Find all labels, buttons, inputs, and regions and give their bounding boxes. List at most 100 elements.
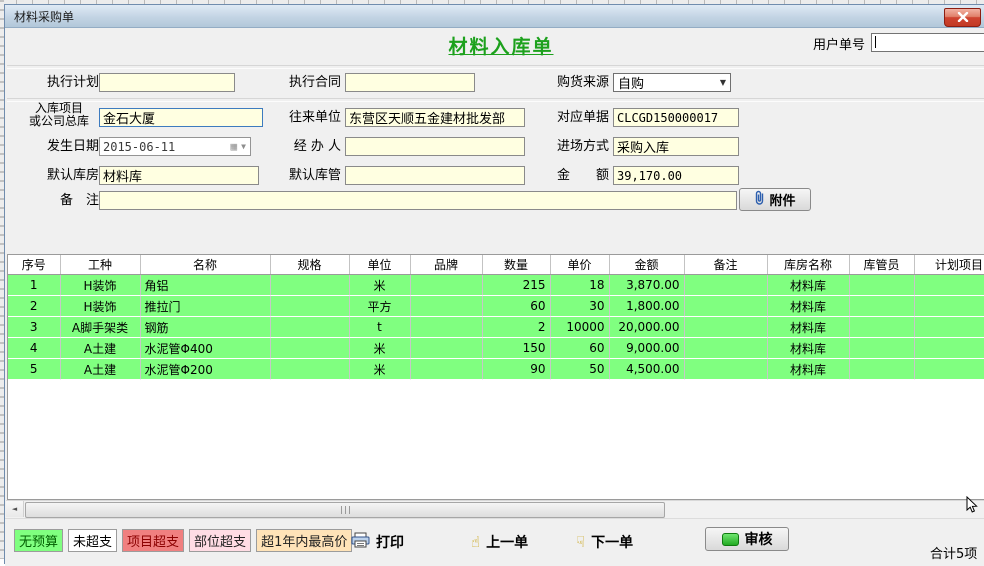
cell-amount: 9,000.00 <box>609 338 684 359</box>
scrollbar-thumb-grip <box>341 506 350 514</box>
warehouse-input[interactable] <box>99 166 259 185</box>
text-caret <box>875 36 876 48</box>
cell-warehouse: 材料库 <box>767 359 849 380</box>
project-input[interactable] <box>99 108 263 127</box>
user-no-label: 用户单号 <box>813 36 865 55</box>
cell-worktype: H装饰 <box>60 275 140 296</box>
handler-input[interactable] <box>345 137 525 156</box>
exec-contract-input[interactable] <box>345 73 475 92</box>
cell-remark <box>684 275 767 296</box>
audit-status-icon <box>722 533 739 546</box>
cell-warehouse: 材料库 <box>767 317 849 338</box>
cell-brand <box>410 275 482 296</box>
legend: 无预算未超支项目超支部位超支超1年内最高价 <box>14 529 352 552</box>
column-header-amount[interactable]: 金额 <box>609 255 684 275</box>
cell-amount: 3,870.00 <box>609 275 684 296</box>
cell-remark <box>684 359 767 380</box>
column-header-spec[interactable]: 规格 <box>270 255 349 275</box>
table-row[interactable]: 2H装饰推拉门平方60301,800.00材料库 <box>8 296 984 317</box>
purchase-source-select[interactable]: 自购 ▼ <box>613 73 731 92</box>
cell-brand <box>410 338 482 359</box>
purchase-source-value: 自购 <box>618 73 644 92</box>
cell-keeper <box>849 317 914 338</box>
cell-price: 18 <box>550 275 609 296</box>
next-doc-button[interactable]: ☟ 下一单 <box>576 532 633 552</box>
cell-plan <box>914 296 984 317</box>
exec-contract-label: 执行合同 <box>255 73 341 92</box>
remark-input[interactable] <box>99 191 737 210</box>
cell-price: 50 <box>550 359 609 380</box>
horizontal-scrollbar[interactable]: ◄ <box>6 500 984 518</box>
cell-qty: 90 <box>482 359 550 380</box>
cell-name: 水泥管Φ400 <box>140 338 270 359</box>
cell-price: 30 <box>550 296 609 317</box>
entry-mode-label: 进场方式 <box>523 137 609 156</box>
cell-seq: 5 <box>8 359 60 380</box>
dialog-title: 材料采购单 <box>14 8 74 25</box>
cell-brand <box>410 317 482 338</box>
cell-qty: 2 <box>482 317 550 338</box>
column-header-qty[interactable]: 数量 <box>482 255 550 275</box>
cell-name: 钢筋 <box>140 317 270 338</box>
previous-doc-button[interactable]: ☝ 上一单 <box>471 532 528 552</box>
exec-plan-input[interactable] <box>99 73 235 92</box>
column-header-keeper[interactable]: 库管员 <box>849 255 914 275</box>
cell-plan <box>914 338 984 359</box>
table-row[interactable]: 1H装饰角铝米215183,870.00材料库 <box>8 275 984 296</box>
column-header-remark[interactable]: 备注 <box>684 255 767 275</box>
column-header-plan[interactable]: 计划项目 <box>914 255 984 275</box>
counterparty-label: 往来单位 <box>255 108 341 127</box>
user-no-input[interactable] <box>871 33 984 52</box>
entry-mode-input[interactable] <box>613 137 739 156</box>
dialog-titlebar[interactable]: 材料采购单 <box>5 5 984 28</box>
cell-keeper <box>849 275 914 296</box>
cell-name: 水泥管Φ200 <box>140 359 270 380</box>
hand-down-icon: ☟ <box>576 535 585 550</box>
cell-qty: 150 <box>482 338 550 359</box>
cell-warehouse: 材料库 <box>767 296 849 317</box>
cell-worktype: A土建 <box>60 359 140 380</box>
cell-worktype: A土建 <box>60 338 140 359</box>
column-header-brand[interactable]: 品牌 <box>410 255 482 275</box>
cell-seq: 2 <box>8 296 60 317</box>
section-divider <box>7 98 984 102</box>
keeper-input[interactable] <box>345 166 525 185</box>
column-header-seq[interactable]: 序号 <box>8 255 60 275</box>
cell-qty: 60 <box>482 296 550 317</box>
column-header-worktype[interactable]: 工种 <box>60 255 140 275</box>
amount-input[interactable] <box>613 166 739 185</box>
close-button[interactable] <box>944 8 981 27</box>
calendar-icon: ▦ <box>231 140 238 153</box>
scroll-left-arrow-icon[interactable]: ◄ <box>6 501 24 517</box>
table-row[interactable]: 4A土建水泥管Φ400米150609,000.00材料库 <box>8 338 984 359</box>
column-header-unit[interactable]: 单位 <box>349 255 410 275</box>
column-header-price[interactable]: 单价 <box>550 255 609 275</box>
date-picker[interactable]: 2015-06-11 ▦ ▼ <box>99 137 251 156</box>
cell-amount: 4,500.00 <box>609 359 684 380</box>
amount-label: 金 额 <box>523 166 609 185</box>
print-button[interactable]: 打印 <box>351 532 404 552</box>
purchase-source-label: 购货来源 <box>523 73 609 92</box>
attachment-button[interactable]: 附件 <box>739 188 811 211</box>
counterparty-input[interactable] <box>345 108 525 127</box>
column-header-warehouse[interactable]: 库房名称 <box>767 255 849 275</box>
legend-badge: 部位超支 <box>189 529 251 552</box>
exec-plan-label: 执行计划 <box>19 73 99 92</box>
cell-warehouse: 材料库 <box>767 275 849 296</box>
items-grid: 序号工种名称规格单位品牌数量单价金额备注库房名称库管员计划项目 1H装饰角铝米2… <box>7 254 984 500</box>
close-icon <box>957 10 969 25</box>
table-row[interactable]: 5A土建水泥管Φ200米90504,500.00材料库 <box>8 359 984 380</box>
scrollbar-thumb[interactable] <box>25 502 665 518</box>
cell-unit: 平方 <box>349 296 410 317</box>
total-count: 合计5项 <box>930 543 977 562</box>
column-header-name[interactable]: 名称 <box>140 255 270 275</box>
doc-no-input[interactable] <box>613 108 739 127</box>
cell-seq: 3 <box>8 317 60 338</box>
table-row[interactable]: 3A脚手架类钢筋t21000020,000.00材料库 <box>8 317 984 338</box>
cell-plan <box>914 317 984 338</box>
cell-price: 10000 <box>550 317 609 338</box>
audit-label: 审核 <box>745 529 773 549</box>
project-label: 入库项目 或公司总库 <box>19 102 99 128</box>
previous-doc-label: 上一单 <box>486 532 528 552</box>
audit-button[interactable]: 审核 <box>705 527 789 551</box>
